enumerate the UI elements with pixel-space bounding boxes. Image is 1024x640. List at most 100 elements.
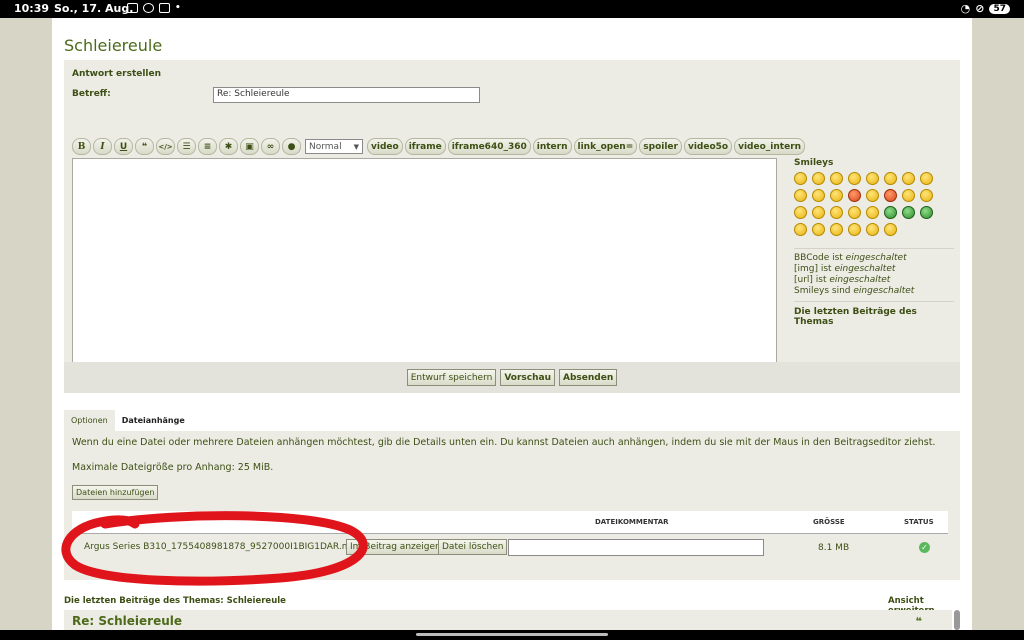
smiley-icon[interactable]: [794, 223, 807, 236]
show-inline-button[interactable]: Im Beitrag anzeigen: [346, 539, 445, 555]
column-comment: DATEIKOMMENTAR: [595, 518, 669, 526]
smiley-icon[interactable]: [848, 172, 861, 185]
smiley-icon[interactable]: [812, 189, 825, 202]
smiley-icon[interactable]: [848, 223, 861, 236]
forum-page: Schleiereule Antwort erstellen Betreff: …: [52, 18, 972, 630]
table-row: Argus Series B310_1755408981878_9527000I…: [72, 533, 948, 560]
smiley-icon[interactable]: [848, 206, 861, 219]
attachment-table: DATEIKOMMENTAR GRÖSSE STATUS Argus Serie…: [72, 511, 948, 560]
font-size-value: Normal: [309, 141, 342, 152]
smiley-icon[interactable]: [848, 189, 861, 202]
submit-button[interactable]: Absenden: [559, 369, 618, 386]
smiley-icon[interactable]: [830, 223, 843, 236]
font-size-select[interactable]: Normal ▼: [305, 139, 363, 154]
dnd-icon: ⊘: [975, 2, 985, 15]
quote-icon[interactable]: ❝: [916, 615, 922, 628]
check-icon: ✓: [919, 542, 930, 553]
page-title[interactable]: Schleiereule: [64, 36, 162, 55]
save-draft-button[interactable]: Entwurf speichern: [406, 369, 497, 386]
attachment-filename[interactable]: Argus Series B310_1755408981878_9527000I…: [84, 542, 362, 552]
custom-bbcode-video[interactable]: video: [367, 138, 403, 155]
file-comment-input[interactable]: [508, 539, 764, 556]
mail-icon: [127, 3, 138, 13]
smiley-icon[interactable]: [902, 189, 915, 202]
battery-indicator: 57: [989, 3, 1010, 14]
status-bar: 10:39 So., 17. Aug. • ◔ ⊘ 57: [0, 0, 1024, 18]
smiley-icon[interactable]: [794, 172, 807, 185]
scrollbar[interactable]: [954, 610, 960, 630]
message-textarea[interactable]: [72, 158, 777, 368]
reply-editor-panel: Antwort erstellen Betreff: Re: Schleiere…: [64, 60, 960, 376]
list-icon[interactable]: ☰: [177, 138, 196, 155]
recent-posts-link[interactable]: Die letzten Beiträge des Themas: [794, 301, 954, 327]
smiley-icon[interactable]: [866, 206, 879, 219]
smiley-icon[interactable]: [920, 172, 933, 185]
recent-posts-heading: Die letzten Beiträge des Themas: Schleie…: [64, 596, 286, 606]
tab-options[interactable]: Optionen: [64, 410, 115, 431]
bbcode-status-label: [url] ist: [794, 275, 830, 285]
bbcode-toolbar: B I U ❝ </> ☰ ≡ ✱ ▣ ∞ ● Normal ▼ video i…: [72, 137, 806, 156]
smiley-icon[interactable]: [794, 189, 807, 202]
code-icon[interactable]: </>: [156, 138, 175, 155]
smiley-icon[interactable]: [866, 172, 879, 185]
smiley-icon[interactable]: [920, 189, 933, 202]
smiley-icon[interactable]: [830, 172, 843, 185]
italic-button[interactable]: I: [93, 138, 112, 155]
custom-bbcode-iframe640-360[interactable]: iframe640_360: [447, 138, 531, 155]
max-file-size: Maximale Dateigröße pro Anhang: 25 MiB.: [72, 462, 274, 473]
smiley-icon[interactable]: [866, 189, 879, 202]
subject-input[interactable]: Re: Schleiereule: [213, 87, 480, 103]
smiley-icon[interactable]: [812, 172, 825, 185]
custom-bbcode-link-open[interactable]: link_open=: [573, 138, 638, 155]
smiley-icon[interactable]: [902, 206, 915, 219]
numbered-list-icon[interactable]: ≡: [198, 138, 217, 155]
tab-attachments[interactable]: Dateianhänge: [114, 410, 192, 431]
smileys-title: Smileys: [794, 158, 834, 168]
chevron-down-icon: ▼: [353, 142, 359, 151]
attachments-description: Wenn du eine Datei oder mehrere Dateien …: [72, 437, 936, 448]
add-files-button[interactable]: Dateien hinzufügen: [72, 485, 159, 500]
smileys-box: Smileys BBCode ist eingeschaltet [img] is…: [794, 158, 954, 327]
image-icon[interactable]: ▣: [240, 138, 259, 155]
delete-file-button[interactable]: Datei löschen: [438, 539, 508, 555]
underline-button[interactable]: U: [114, 138, 133, 155]
smiley-icon[interactable]: [884, 223, 897, 236]
screenshot-icon: [159, 3, 170, 13]
wifi-icon: ◔: [960, 2, 971, 15]
smiley-icon[interactable]: [830, 189, 843, 202]
gesture-handle[interactable]: [416, 633, 608, 636]
smiley-icon[interactable]: [884, 206, 897, 219]
smiley-icon[interactable]: [866, 223, 879, 236]
custom-bbcode-video5o[interactable]: video5o: [683, 138, 733, 155]
attachments-panel: Wenn du eine Datei oder mehrere Dateien …: [64, 431, 960, 580]
preview-button[interactable]: Vorschau: [500, 369, 556, 386]
bbcode-status-state: eingeschaltet: [853, 286, 915, 296]
custom-bbcode-iframe[interactable]: iframe: [404, 138, 446, 155]
custom-bbcode-intern[interactable]: intern: [532, 138, 572, 155]
navigation-bar: [0, 630, 1024, 640]
telegram-icon: [143, 3, 154, 13]
color-icon[interactable]: ●: [282, 138, 301, 155]
bbcode-status-state: eingeschaltet: [829, 275, 891, 285]
smiley-icon[interactable]: [794, 206, 807, 219]
smiley-icon[interactable]: [884, 189, 897, 202]
bbcode-status-info: BBCode ist eingeschaltet [img] ist einges…: [794, 248, 954, 297]
smiley-icon[interactable]: [920, 206, 933, 219]
smiley-icon[interactable]: [812, 223, 825, 236]
smiley-icon[interactable]: [884, 172, 897, 185]
list-item-icon[interactable]: ✱: [219, 138, 238, 155]
clock: 10:39: [14, 2, 50, 15]
bbcode-status-line: BBCode ist eingeschaltet: [794, 253, 954, 264]
recent-post-title[interactable]: Re: Schleiereule: [72, 614, 182, 628]
quote-icon[interactable]: ❝: [135, 138, 154, 155]
bbcode-status-label: BBCode ist: [794, 253, 846, 263]
smiley-icon[interactable]: [812, 206, 825, 219]
custom-bbcode-spoiler[interactable]: spoiler: [639, 138, 682, 155]
smiley-icon[interactable]: [830, 206, 843, 219]
column-size: GRÖSSE: [813, 518, 845, 526]
custom-bbcode-video-intern[interactable]: video_intern: [734, 138, 806, 155]
subject-label: Betreff:: [72, 89, 111, 99]
bold-button[interactable]: B: [72, 138, 91, 155]
link-icon[interactable]: ∞: [261, 138, 280, 155]
smiley-icon[interactable]: [902, 172, 915, 185]
